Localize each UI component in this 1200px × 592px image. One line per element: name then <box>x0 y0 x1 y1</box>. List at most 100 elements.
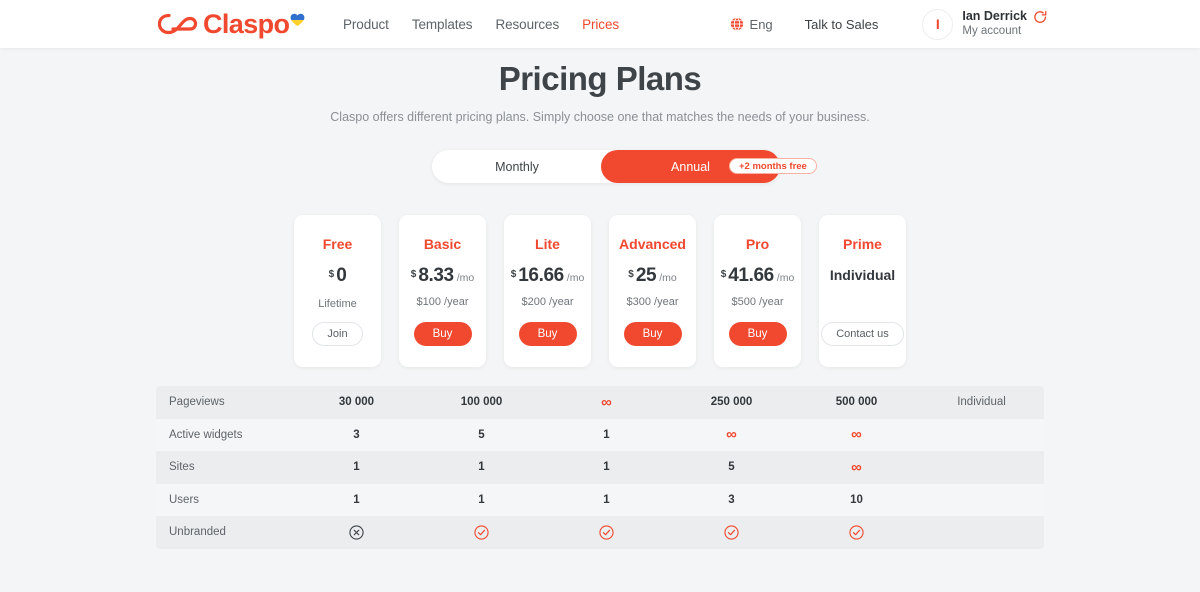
plan-price: $0 <box>329 265 347 287</box>
table-row: Sites 1 1 1 5 ∞ <box>156 451 1044 484</box>
price-amount: 0 <box>336 265 347 286</box>
plan-cta-wrap: Join <box>312 322 363 346</box>
check-icon <box>794 525 919 540</box>
plan-price: $8.33/mo <box>411 265 474 287</box>
plan-cta-button[interactable]: Join <box>312 322 363 346</box>
nav-item-templates[interactable]: Templates <box>412 17 473 32</box>
feature-value: ∞ <box>794 460 919 475</box>
plan-card-list: Free $0 Lifetime Join Basic $8.33/mo $100 /yea… <box>294 215 906 367</box>
feature-value: ∞ <box>544 395 669 410</box>
feature-value: 1 <box>603 461 610 474</box>
talk-to-sales-link[interactable]: Talk to Sales <box>805 17 879 32</box>
feature-label: Active widgets <box>169 428 243 441</box>
main-nav: Product Templates Resources Prices <box>343 0 619 48</box>
plan-cta-button[interactable]: Buy <box>518 322 577 346</box>
feature-label: Unbranded <box>169 526 226 539</box>
feature-value: 1 <box>478 493 485 506</box>
feature-value: 10 <box>850 493 863 506</box>
plan-name: Lite <box>535 236 560 252</box>
plan-cta-wrap: Buy <box>623 322 682 346</box>
table-row: Active widgets 3 5 1 ∞ ∞ <box>156 418 1044 451</box>
plan-card: Lite $16.66/mo $200 /year Buy <box>504 215 591 367</box>
plan-name: Free <box>322 236 353 252</box>
plan-comparison-table: Pageviews 30 000 100 000 ∞ 250 000 500 000 Ind… <box>156 386 1044 549</box>
nav-item-product[interactable]: Product <box>343 17 389 32</box>
feature-value: 5 <box>728 461 735 474</box>
currency-symbol: $ <box>410 269 417 280</box>
check-icon <box>669 525 794 540</box>
feature-value: 1 <box>478 461 485 474</box>
feature-value: 250 000 <box>710 396 753 409</box>
plan-price: $25/mo <box>628 265 676 287</box>
feature-value: 1 <box>353 493 360 506</box>
plan-cta-wrap: Buy <box>518 322 577 346</box>
plan-price-note: $100 /year <box>416 296 469 308</box>
user-account-label: My account <box>962 25 1022 38</box>
toggle-annual-label: Annual <box>671 159 710 174</box>
price-amount: 25 <box>635 265 657 286</box>
ukraine-heart-icon <box>291 13 305 26</box>
price-amount: 41.66 <box>728 265 774 286</box>
feature-label: Users <box>169 493 200 506</box>
plan-cta-button[interactable]: Buy <box>623 322 682 346</box>
feature-value: 3 <box>728 493 735 506</box>
plan-cta-wrap: Contact us <box>821 322 904 346</box>
price-period: /mo <box>456 272 475 284</box>
feature-label: Sites <box>169 461 195 474</box>
plan-name: Prime <box>843 236 882 252</box>
user-menu[interactable]: I Ian Derrick My account <box>922 8 1048 40</box>
plan-cta-button[interactable]: Buy <box>728 322 787 346</box>
table-row: Users 1 1 1 3 10 <box>156 483 1044 516</box>
plan-price: $16.66/mo <box>511 265 585 287</box>
nav-item-resources[interactable]: Resources <box>495 17 559 32</box>
plan-price: $41.66/mo <box>721 265 795 287</box>
header-actions: Eng Talk to Sales I Ian Derrick My accou… <box>730 0 1048 48</box>
claspo-cloud-icon <box>157 13 198 35</box>
currency-symbol: $ <box>328 269 335 280</box>
check-icon <box>544 525 669 540</box>
toggle-option-monthly[interactable]: Monthly <box>432 150 602 183</box>
feature-label: Pageviews <box>169 396 225 409</box>
logo-text: Claspo <box>203 8 290 39</box>
plan-card: Prime Individual Contact us <box>819 215 906 367</box>
plan-price-note: Lifetime <box>318 298 357 310</box>
language-selector[interactable]: Eng <box>730 17 773 32</box>
user-name-row: Ian Derrick <box>962 9 1048 25</box>
plan-name: Basic <box>423 236 462 252</box>
plan-cta-wrap: Buy <box>413 322 472 346</box>
annual-discount-badge: +2 months free <box>729 158 817 174</box>
feature-value: 1 <box>603 493 610 506</box>
plan-card: Basic $8.33/mo $100 /year Buy <box>399 215 486 367</box>
plan-price-note: $300 /year <box>626 296 679 308</box>
feature-value: 1 <box>353 461 360 474</box>
currency-symbol: $ <box>628 269 634 280</box>
infinity-symbol: ∞ <box>851 458 862 476</box>
cross-icon <box>294 525 419 540</box>
user-meta: Ian Derrick My account <box>962 9 1048 40</box>
plan-cta-button[interactable]: Contact us <box>821 322 904 346</box>
plan-cta-button[interactable]: Buy <box>413 322 472 346</box>
feature-value: 100 000 <box>460 396 503 409</box>
nav-item-prices[interactable]: Prices <box>582 17 619 32</box>
logo[interactable]: Claspo <box>157 8 305 40</box>
plan-card: Pro $41.66/mo $500 /year Buy <box>714 215 801 367</box>
plan-price-note: $200 /year <box>521 296 574 308</box>
pricing-page: Claspo Product Templates Resources Price… <box>0 0 1200 592</box>
plan-card: Free $0 Lifetime Join <box>294 215 381 367</box>
check-icon <box>419 525 544 540</box>
avatar: I <box>922 8 954 40</box>
logout-icon[interactable] <box>1034 10 1048 24</box>
globe-icon <box>730 17 743 31</box>
billing-period-toggle: Monthly Annual +2 months free <box>432 150 817 183</box>
infinity-symbol: ∞ <box>726 426 737 444</box>
currency-symbol: $ <box>720 269 727 280</box>
feature-value: ∞ <box>794 427 919 442</box>
price-amount: 8.33 <box>418 265 454 286</box>
price-period: /mo <box>566 272 585 284</box>
plan-card: Advanced $25/mo $300 /year Buy <box>609 215 696 367</box>
price-amount: 16.66 <box>518 265 564 286</box>
user-name: Ian Derrick <box>962 8 1027 23</box>
site-header: Claspo Product Templates Resources Price… <box>0 0 1200 48</box>
page-subtitle: Claspo offers different pricing plans. S… <box>330 110 870 124</box>
plan-name: Pro <box>745 236 770 252</box>
